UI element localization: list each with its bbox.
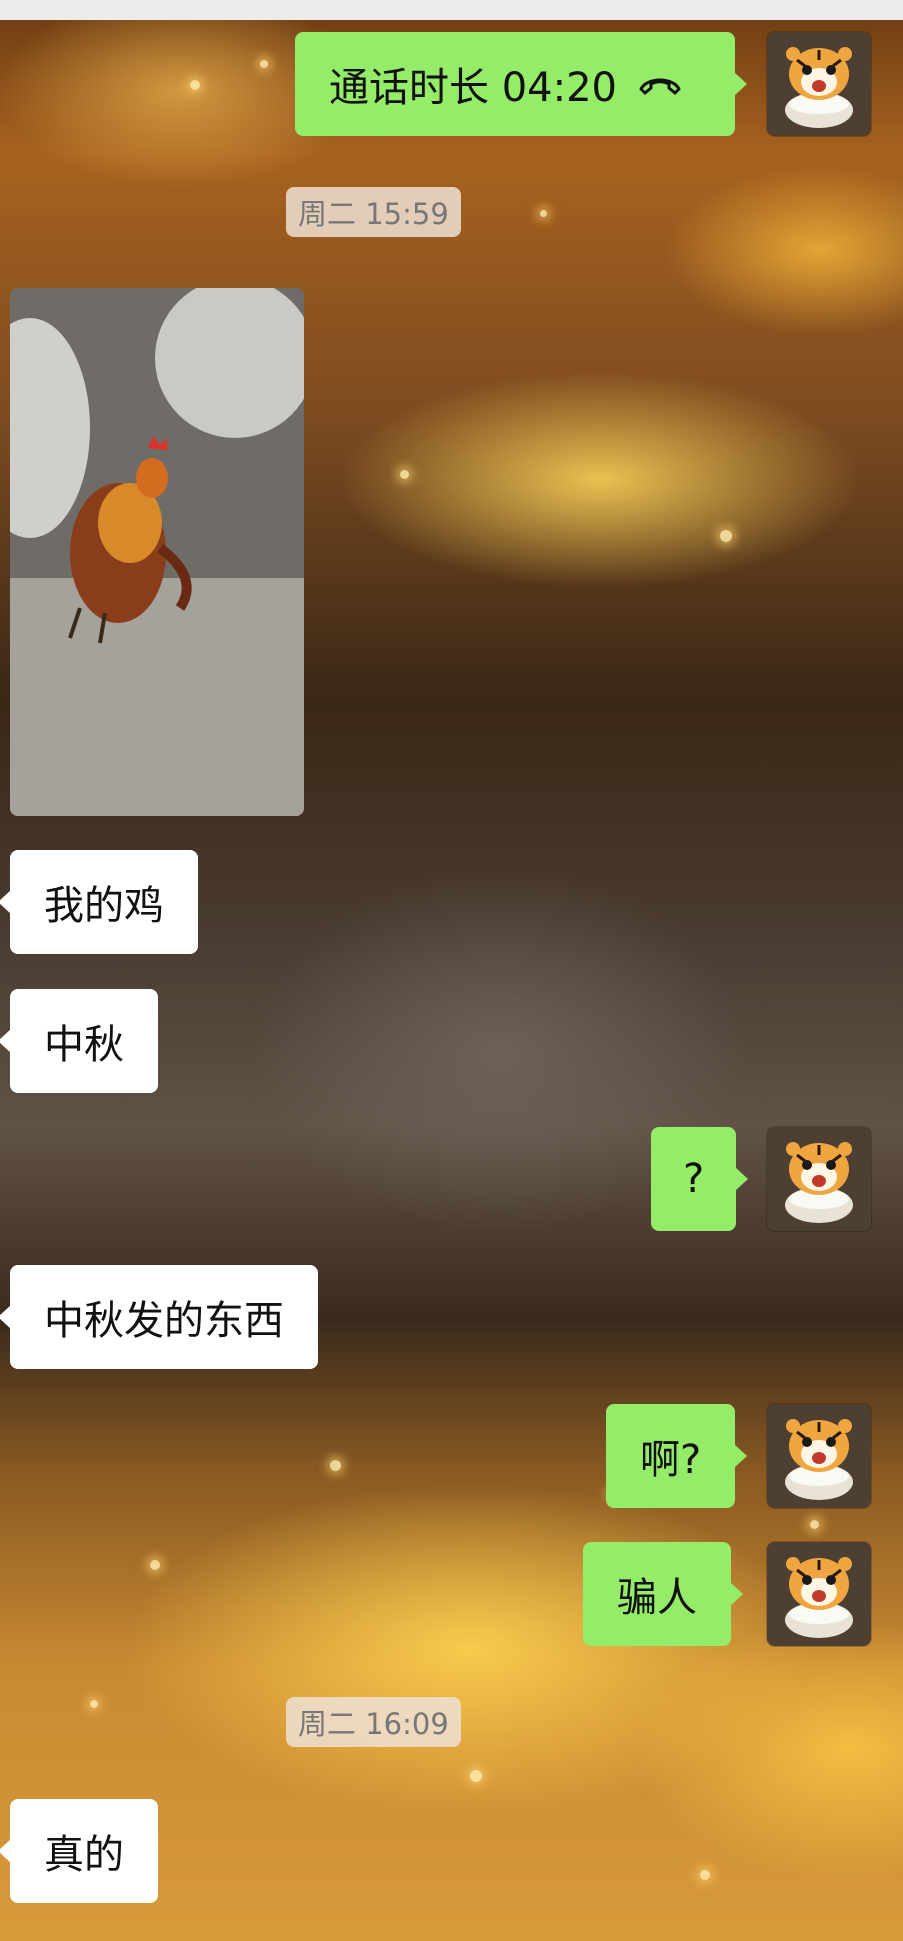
sent-message[interactable]: 啊? — [606, 1404, 748, 1508]
timestamp-text: 周二 16:09 — [298, 1707, 449, 1741]
message-text: 我的鸡 — [44, 883, 164, 929]
received-message[interactable]: 真的 — [0, 1799, 158, 1903]
message-text: ? — [683, 1156, 705, 1202]
my-avatar[interactable] — [767, 32, 871, 136]
received-message[interactable]: 中秋发的东西 — [0, 1265, 318, 1369]
image-message[interactable] — [10, 288, 304, 816]
message-text: 中秋发的东西 — [44, 1298, 284, 1344]
my-avatar[interactable] — [767, 1127, 871, 1231]
my-avatar[interactable] — [767, 1404, 871, 1508]
sent-message[interactable]: ? — [651, 1127, 749, 1231]
timestamp-chip: 周二 16:09 — [286, 1697, 461, 1747]
sent-message[interactable]: 骗人 — [583, 1542, 743, 1646]
call-duration-label: 通话时长 04:20 — [329, 65, 617, 111]
tiger-avatar-icon — [767, 1404, 871, 1508]
my-avatar[interactable] — [767, 1542, 871, 1646]
tiger-avatar-icon — [767, 1127, 871, 1231]
tiger-avatar-icon — [767, 1542, 871, 1646]
message-text: 骗人 — [617, 1575, 697, 1621]
rooster-photo — [10, 288, 304, 816]
message-text: 真的 — [44, 1832, 124, 1878]
received-message[interactable]: 中秋 — [0, 989, 158, 1093]
timestamp-chip: 周二 15:59 — [286, 187, 461, 237]
top-bar — [0, 0, 903, 20]
timestamp-text: 周二 15:59 — [298, 197, 449, 231]
received-message[interactable]: 我的鸡 — [0, 850, 198, 954]
message-text: 啊? — [640, 1437, 702, 1483]
message-text: 中秋 — [44, 1022, 124, 1068]
tiger-avatar-icon — [767, 32, 871, 136]
phone-hangup-icon — [637, 61, 683, 107]
call-record-bubble[interactable]: 通话时长 04:20 — [295, 32, 747, 136]
